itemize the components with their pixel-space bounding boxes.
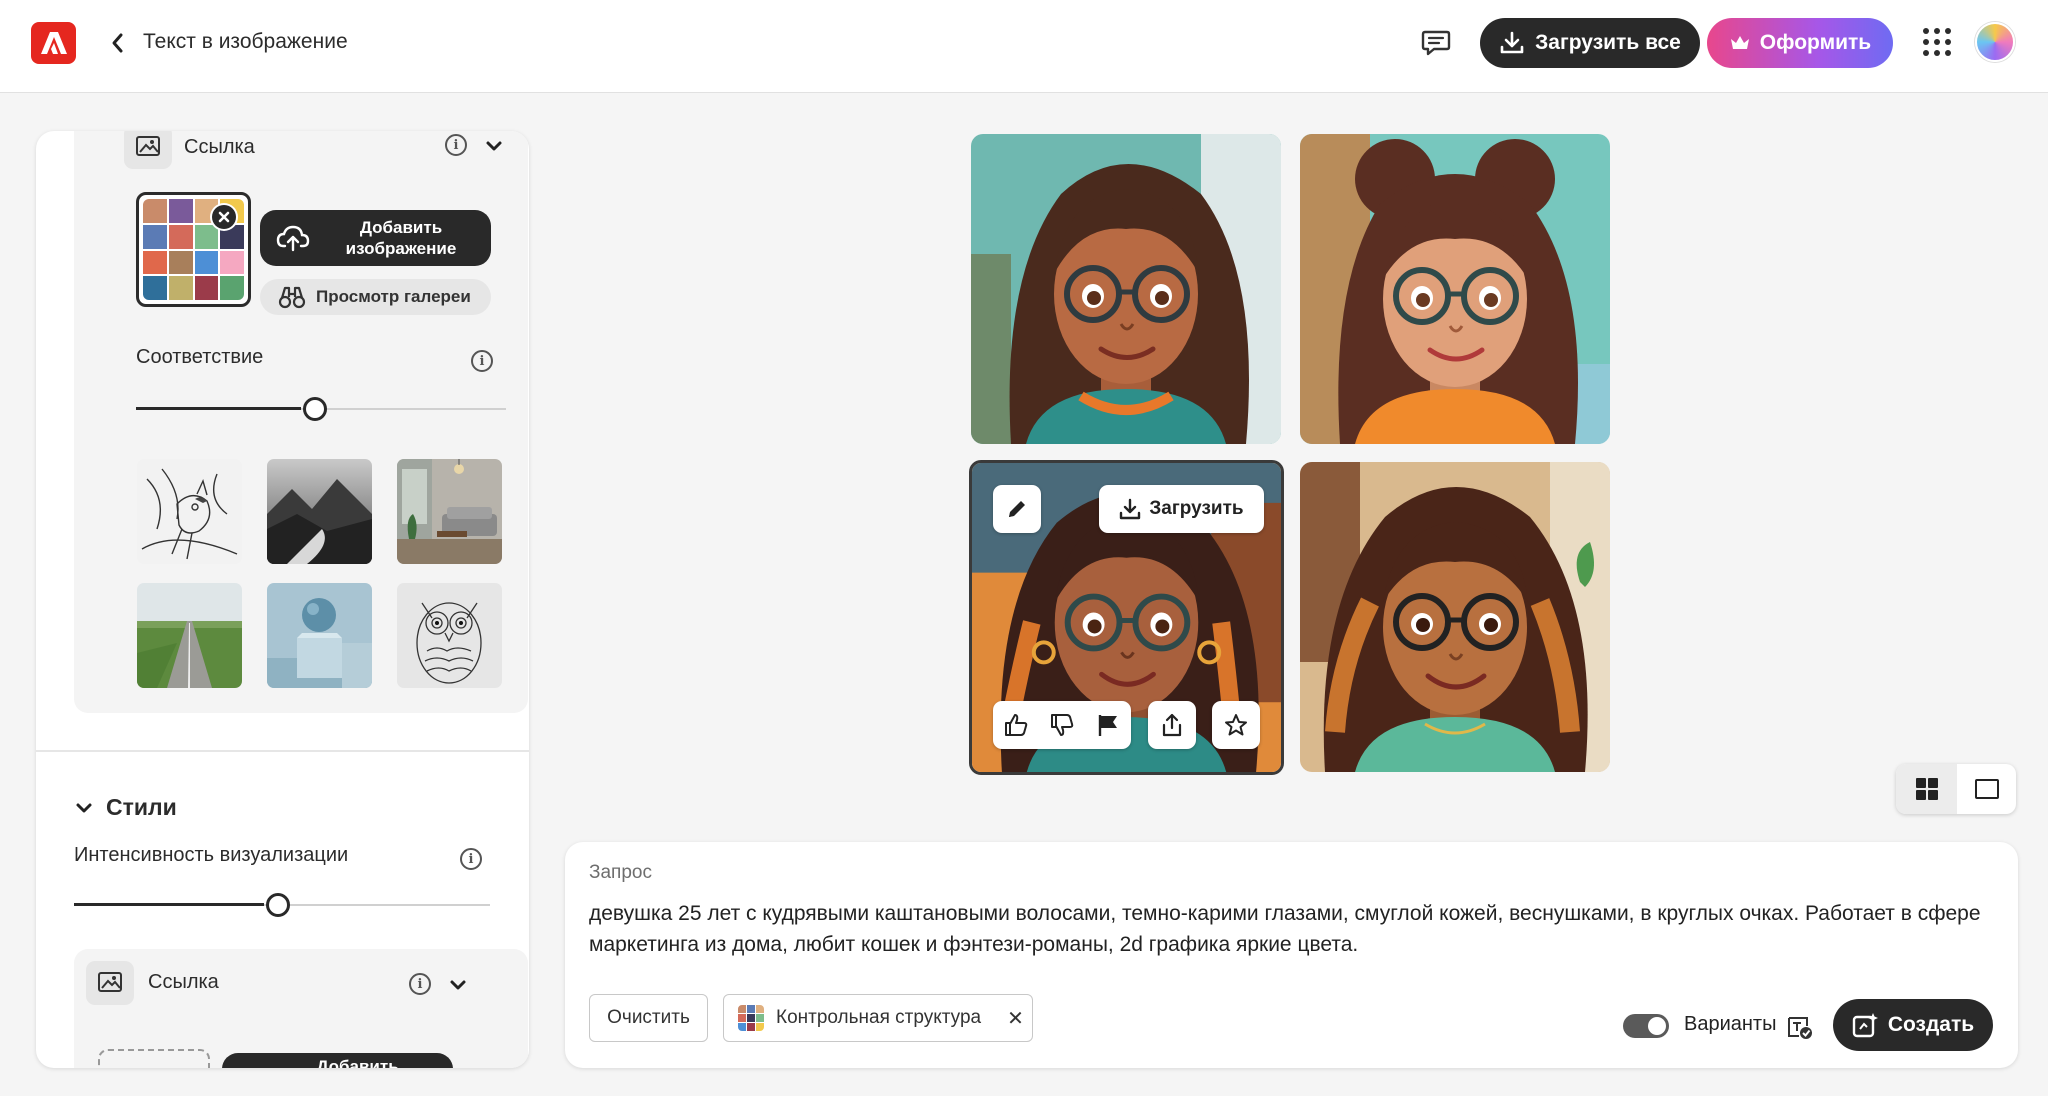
generated-image-4[interactable] <box>1300 462 1610 772</box>
single-view-button[interactable] <box>1957 764 2016 814</box>
match-slider-handle[interactable] <box>303 397 327 421</box>
settings-panel: Ссылка i Добавить изображение Просмотр г… <box>36 131 529 1068</box>
create-button[interactable]: Создать <box>1833 999 1993 1051</box>
single-view-icon <box>1974 779 1999 799</box>
match-label: Соответствие <box>136 346 264 368</box>
info-icon[interactable]: i <box>460 848 482 870</box>
style-preset-living-room[interactable] <box>397 459 502 564</box>
structure-reference-chip[interactable]: Контрольная структура ✕ <box>723 994 1033 1042</box>
generated-image-3[interactable]: Загрузить <box>969 460 1284 775</box>
thumbs-down-icon[interactable] <box>1049 712 1075 738</box>
style-add-image-button[interactable]: Добавить <box>222 1053 453 1068</box>
adobe-logo[interactable] <box>31 22 76 64</box>
browse-gallery-label: Просмотр галереи <box>316 287 471 306</box>
download-image-button[interactable]: Загрузить <box>1099 485 1264 533</box>
subscribe-label: Оформить <box>1759 31 1872 54</box>
favorite-image-button[interactable] <box>1212 701 1260 749</box>
chevron-down-icon[interactable] <box>448 975 468 995</box>
remove-structure-icon[interactable]: ✕ <box>1007 1006 1024 1031</box>
browse-gallery-button[interactable]: Просмотр галереи <box>260 279 491 315</box>
style-preset-bird-sketch[interactable] <box>137 459 242 564</box>
style-preset-sphere-cube[interactable] <box>267 583 372 688</box>
image-reference-icon <box>86 961 134 1005</box>
structure-chip-label: Контрольная структура <box>776 1007 982 1028</box>
view-mode-toggle <box>1896 764 2016 814</box>
crown-icon <box>1730 36 1749 49</box>
binoculars-icon <box>278 286 306 309</box>
share-image-button[interactable] <box>1148 701 1196 749</box>
avatar[interactable] <box>1975 22 2015 62</box>
report-flag-icon[interactable] <box>1095 712 1121 738</box>
generated-image-1[interactable] <box>971 134 1281 444</box>
style-reference-card: Ссылка i Добавить <box>74 949 528 1068</box>
download-icon <box>1120 498 1141 520</box>
chevron-down-icon[interactable] <box>484 136 504 156</box>
create-label: Создать <box>1887 1013 1975 1036</box>
variants-label: Варианты <box>1684 1013 1777 1035</box>
image-reference-icon <box>124 131 172 169</box>
prompt-input[interactable]: девушка 25 лет с кудрявыми каштановыми в… <box>589 898 1989 960</box>
generate-icon <box>1852 1013 1878 1038</box>
structure-thumbnail <box>738 1005 764 1031</box>
styles-section-toggle[interactable]: Стили <box>74 794 177 821</box>
info-icon[interactable]: i <box>471 350 493 372</box>
intensity-slider-handle[interactable] <box>266 893 290 917</box>
style-preset-owl-sketch[interactable] <box>397 583 502 688</box>
share-icon <box>1162 713 1182 737</box>
download-all-label: Загрузить все <box>1535 31 1681 54</box>
prompt-label: Запрос <box>589 862 652 883</box>
style-preset-green-road[interactable] <box>137 583 242 688</box>
subscribe-button[interactable]: Оформить <box>1707 18 1893 68</box>
match-slider[interactable] <box>136 397 506 421</box>
style-preset-mountain-landscape[interactable] <box>267 459 372 564</box>
apps-grid-icon[interactable] <box>1923 28 1951 56</box>
intensity-slider[interactable] <box>74 893 490 917</box>
clear-button[interactable]: Очистить <box>589 994 708 1042</box>
download-image-label: Загрузить <box>1149 498 1244 519</box>
grid-view-icon <box>1915 778 1938 800</box>
info-icon[interactable]: i <box>445 134 467 156</box>
feedback-icon[interactable] <box>1420 28 1454 58</box>
variants-toggle[interactable] <box>1623 1014 1669 1038</box>
style-add-image-label: Добавить <box>316 1057 399 1068</box>
rating-toolbar <box>993 701 1131 749</box>
styles-heading: Стили <box>106 794 177 820</box>
info-icon[interactable]: i <box>409 973 431 995</box>
composition-reference-card: Ссылка i Добавить изображение Просмотр г… <box>74 131 528 713</box>
intensity-label: Интенсивность визуализации <box>74 844 349 866</box>
thumbs-up-icon[interactable] <box>1003 712 1029 738</box>
reference-label: Ссылка <box>184 136 255 158</box>
add-image-label: Добавить изображение <box>345 218 457 258</box>
grid-view-button[interactable] <box>1896 764 1957 814</box>
download-icon <box>1500 31 1524 54</box>
remove-reference-icon[interactable] <box>210 203 238 231</box>
chevron-down-icon <box>76 803 92 812</box>
style-reference-placeholder[interactable] <box>98 1049 210 1068</box>
page-title: Текст в изображение <box>143 30 348 53</box>
prompt-box: Запрос девушка 25 лет с кудрявыми каштан… <box>565 842 2018 1068</box>
pencil-icon <box>1009 501 1025 517</box>
add-image-button[interactable]: Добавить изображение <box>260 210 491 266</box>
app-header: Текст в изображение Загрузить все Оформи… <box>0 0 2048 93</box>
edit-image-button[interactable] <box>993 485 1041 533</box>
download-all-button[interactable]: Загрузить все <box>1480 18 1700 68</box>
variants-settings-icon[interactable] <box>1786 1012 1814 1040</box>
cloud-upload-icon <box>276 225 310 252</box>
back-arrow-icon[interactable] <box>104 28 130 58</box>
generated-image-2[interactable] <box>1300 134 1610 444</box>
section-divider <box>36 750 529 752</box>
style-reference-label: Ссылка <box>148 971 219 993</box>
star-icon <box>1225 714 1247 736</box>
